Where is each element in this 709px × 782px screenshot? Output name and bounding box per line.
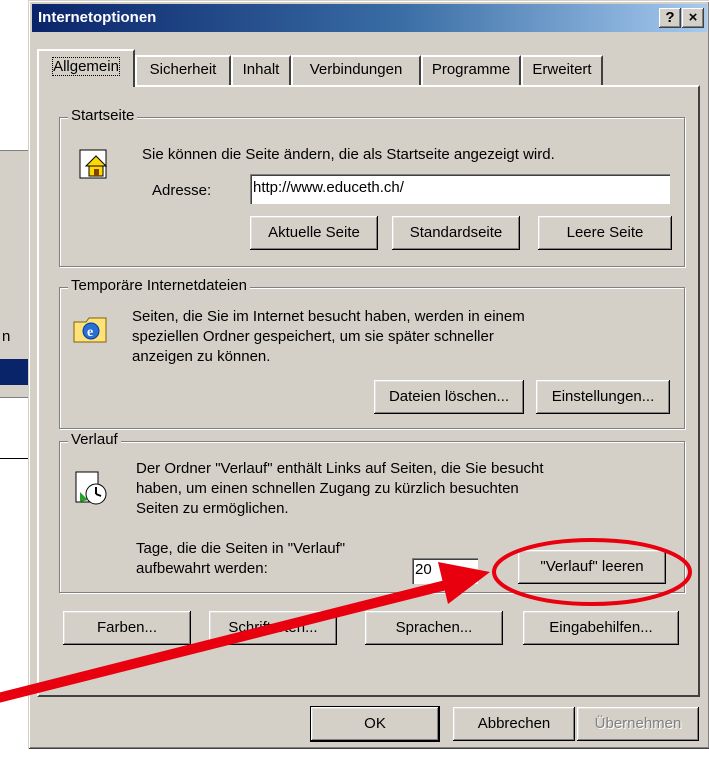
tab-allgemein[interactable]: Allgemein bbox=[37, 49, 135, 87]
annotation-arrow-head bbox=[438, 562, 490, 604]
annotation-overlay bbox=[0, 538, 692, 703]
annotation-arrow-shaft bbox=[0, 579, 452, 703]
annotation-ellipse bbox=[492, 538, 692, 606]
